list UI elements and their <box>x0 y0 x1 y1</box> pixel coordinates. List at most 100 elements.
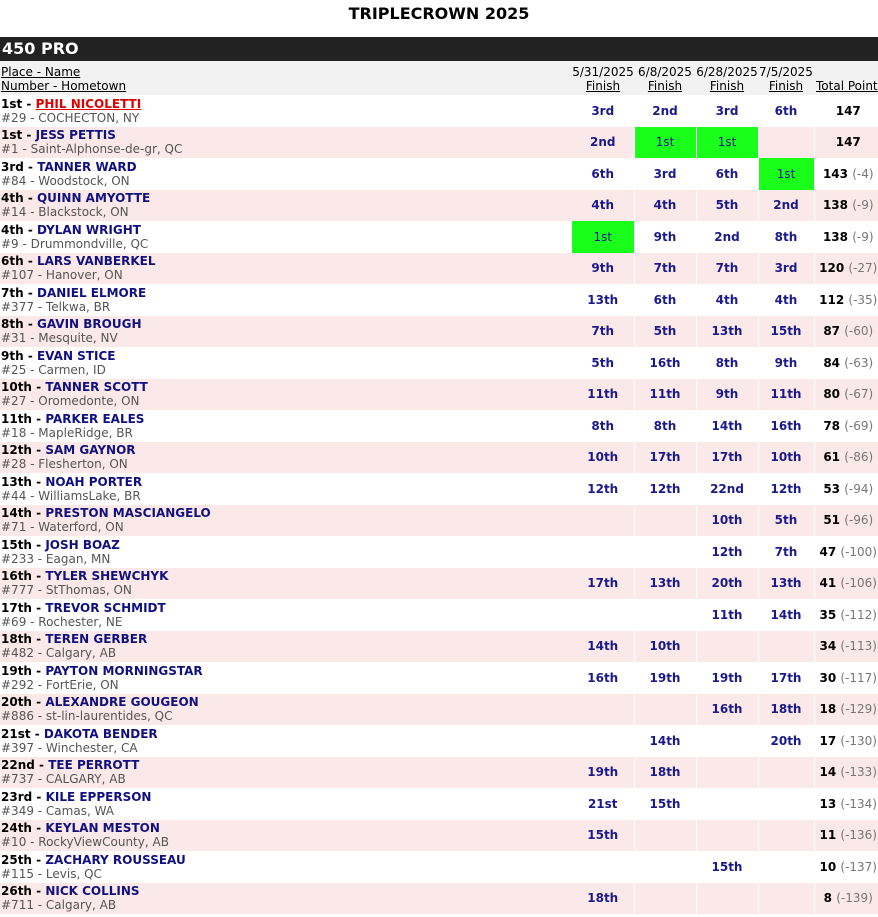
rider-cell: 17th - TREVOR SCHMIDT #69 - Rochester, NE <box>0 599 572 631</box>
rider-place: 15th <box>1 537 32 552</box>
total-points-cell: 78 (-69) <box>814 410 878 442</box>
round-2-finish: 6th <box>634 284 697 316</box>
rider-place: 4th <box>1 222 24 237</box>
rider-place: 4th <box>1 191 24 206</box>
rider-name-link[interactable]: NICK COLLINS <box>45 884 139 898</box>
rider-name-link[interactable]: SAM GAYNOR <box>45 443 135 457</box>
points-behind: (-94) <box>844 481 874 496</box>
round-4-finish: 8th <box>758 221 815 253</box>
rider-name-link[interactable]: PRESTON MASCIANGELO <box>45 506 210 520</box>
standings-table: Place - Name Number - Hometown 5/31/2025… <box>0 61 878 914</box>
header-round-2: 6/8/2025 Finish <box>634 61 696 95</box>
table-row: 26th - NICK COLLINS #711 - Calgary, AB 18t… <box>0 882 878 915</box>
rider-name-link[interactable]: TANNER SCOTT <box>45 380 148 394</box>
round-1-finish <box>572 599 635 631</box>
round-1-finish: 8th <box>572 410 635 442</box>
rider-cell: 16th - TYLER SHEWCHYK #777 - StThomas, ON <box>0 568 572 600</box>
rider-place: 25th <box>1 852 32 867</box>
rider-name-link[interactable]: TANNER WARD <box>37 160 136 174</box>
round-3-finish: 8th <box>696 347 759 379</box>
rider-name-link[interactable]: JESS PETTIS <box>36 128 116 142</box>
rider-name-link[interactable]: ALEXANDRE GOUGEON <box>45 695 198 709</box>
rider-name-link[interactable]: PARKER EALES <box>45 412 144 426</box>
rider-name-link[interactable]: QUINN AMYOTTE <box>37 191 150 205</box>
points-behind: (-60) <box>844 324 874 339</box>
table-row: 17th - TREVOR SCHMIDT #69 - Rochester, NE… <box>0 599 878 631</box>
rider-number-hometown: #737 - CALGARY, AB <box>1 772 126 787</box>
rider-name-link[interactable]: TYLER SHEWCHYK <box>45 569 168 583</box>
round-3-finish: 16th <box>696 693 759 725</box>
rider-place: 10th <box>1 380 32 395</box>
rider-name-link[interactable]: PHIL NICOLETTI <box>36 97 142 111</box>
round-3-finish: 12th <box>696 536 759 568</box>
rider-cell: 26th - NICK COLLINS #711 - Calgary, AB <box>0 883 572 915</box>
rider-place: 1st <box>1 128 23 143</box>
rider-name-link[interactable]: KILE EPPERSON <box>46 790 152 804</box>
total-points: 14 <box>819 765 837 780</box>
round-1-finish: 12th <box>572 473 635 505</box>
round-3-finish: 1st <box>696 126 759 158</box>
round-3-finish: 14th <box>696 410 759 442</box>
total-points-cell: 10 (-137) <box>814 851 878 883</box>
round-4-finish <box>758 851 815 883</box>
place-separator: - <box>31 411 46 426</box>
header-round-3: 6/28/2025 Finish <box>696 61 758 95</box>
round-1-finish: 6th <box>572 158 635 190</box>
table-row: 10th - TANNER SCOTT #27 - Oromedonte, ON 1… <box>0 378 878 411</box>
round-2-finish <box>634 536 697 568</box>
total-points-cell: 138 (-9) <box>814 221 878 253</box>
round-3-finish <box>696 725 759 757</box>
rider-name-link[interactable]: PAYTON MORNINGSTAR <box>45 664 202 678</box>
rider-name-link[interactable]: TREVOR SCHMIDT <box>45 601 165 615</box>
rider-place: 11th <box>1 411 32 426</box>
rider-name-link[interactable]: TEREN GERBER <box>45 632 147 646</box>
rider-cell: 11th - PARKER EALES #18 - MapleRidge, BR <box>0 410 572 442</box>
page-title: TRIPLECROWN 2025 <box>348 4 530 23</box>
table-row: 15th - JOSH BOAZ #233 - Eagan, MN 12th 7th 4… <box>0 536 878 568</box>
rider-cell: 4th - DYLAN WRIGHT #9 - Drummondville, QC <box>0 221 572 253</box>
table-row: 8th - GAVIN BROUGH #31 - Mesquite, NV 7th 5… <box>0 315 878 347</box>
rider-name-link[interactable]: GAVIN BROUGH <box>37 317 142 331</box>
rider-cell: 10th - TANNER SCOTT #27 - Oromedonte, ON <box>0 379 572 411</box>
rider-name-link[interactable]: ZACHARY ROUSSEAU <box>45 853 185 867</box>
rider-name-link[interactable]: DAKOTA BENDER <box>44 727 158 741</box>
rider-name-link[interactable]: DYLAN WRIGHT <box>37 223 141 237</box>
class-header-bar: 450 PRO <box>0 37 878 61</box>
rider-place: 19th <box>1 663 32 678</box>
points-behind: (-137) <box>840 859 877 874</box>
rider-cell: 22nd - TEE PERROTT #737 - CALGARY, AB <box>0 757 572 789</box>
round-1-finish: 7th <box>572 315 635 347</box>
round-3-finish: 20th <box>696 567 759 599</box>
total-points-cell: 13 (-134) <box>814 788 878 820</box>
rider-number-hometown: #9 - Drummondville, QC <box>1 236 149 251</box>
place-separator: - <box>31 443 46 458</box>
place-separator: - <box>34 758 49 773</box>
rider-name-link[interactable]: EVAN STICE <box>37 349 115 363</box>
total-points: 11 <box>819 828 837 843</box>
rider-name-link[interactable]: LARS VANBERKEL <box>37 254 156 268</box>
place-separator: - <box>31 821 46 836</box>
round-4-finish: 13th <box>758 567 815 599</box>
total-points: 87 <box>823 324 841 339</box>
points-behind: (-67) <box>844 387 874 402</box>
rider-cell: 24th - KEYLAN MESTON #10 - RockyViewCount… <box>0 820 572 852</box>
total-points: 78 <box>823 418 841 433</box>
round-1-finish: 15th <box>572 819 635 851</box>
rider-place: 7th <box>1 285 24 300</box>
place-separator: - <box>32 789 46 804</box>
rider-name-link[interactable]: NOAH PORTER <box>45 475 142 489</box>
table-row: 22nd - TEE PERROTT #737 - CALGARY, AB 19th… <box>0 756 878 789</box>
round-4-finish: 4th <box>758 284 815 316</box>
round-1-finish: 16th <box>572 662 635 694</box>
rider-number-hometown: #27 - Oromedonte, ON <box>1 394 140 409</box>
round-date: 5/31/2025 <box>572 65 634 79</box>
rider-cell: 15th - JOSH BOAZ #233 - Eagan, MN <box>0 536 572 568</box>
rider-name-link[interactable]: TEE PERROTT <box>48 758 139 772</box>
rider-number-hometown: #14 - Blackstock, ON <box>1 205 129 220</box>
round-4-finish <box>758 126 815 158</box>
rider-name-link[interactable]: JOSH BOAZ <box>45 538 120 552</box>
rider-name-link[interactable]: DANIEL ELMORE <box>37 286 146 300</box>
rider-number-hometown: #44 - WilliamsLake, BR <box>1 488 141 503</box>
rider-name-link[interactable]: KEYLAN MESTON <box>45 821 160 835</box>
total-points: 143 <box>822 166 849 181</box>
